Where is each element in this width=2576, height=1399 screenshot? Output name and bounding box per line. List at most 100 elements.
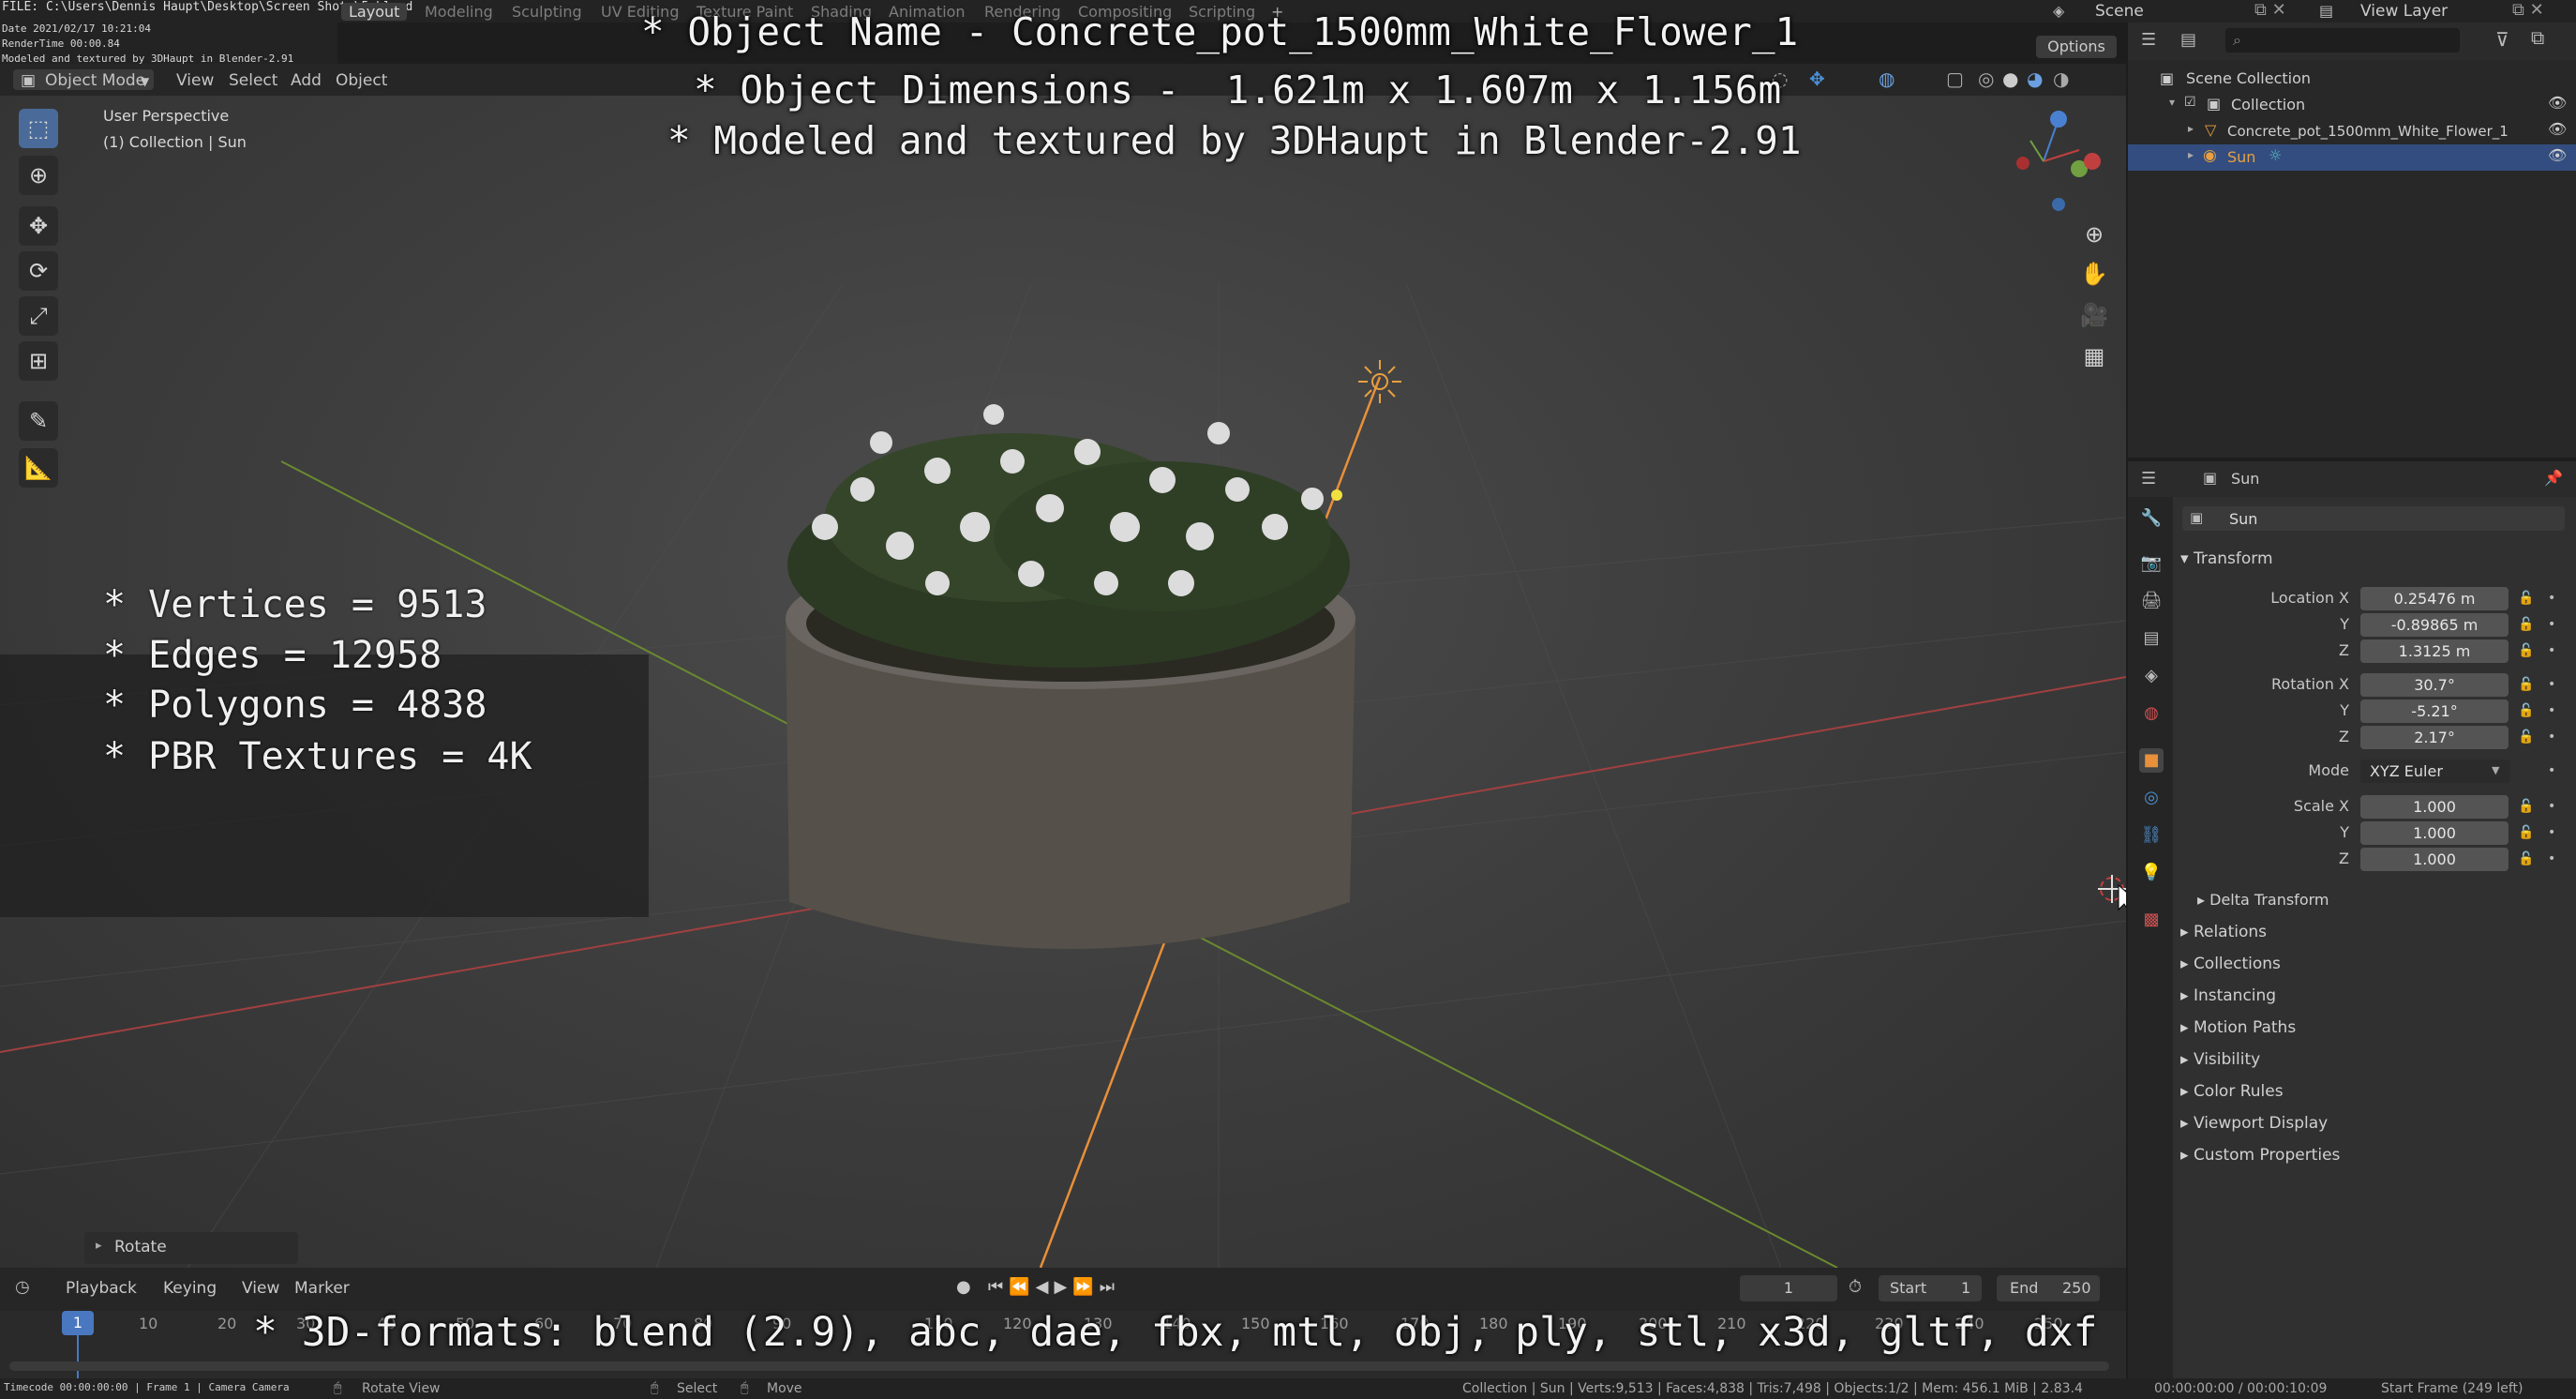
menu-marker[interactable]: Marker xyxy=(294,1279,350,1298)
visibility-section[interactable]: ▸ Visibility xyxy=(2180,1050,2260,1069)
keyframe-dot-icon[interactable]: • xyxy=(2548,825,2555,840)
overlays-toggle-icon[interactable]: ◍ xyxy=(1879,68,1895,90)
rotation-y-field[interactable]: -5.21° xyxy=(2360,700,2509,723)
color-rules-section[interactable]: ▸ Color Rules xyxy=(2180,1082,2284,1101)
keyframe-dot-icon[interactable]: • xyxy=(2548,677,2555,692)
keyframe-dot-icon[interactable]: • xyxy=(2548,763,2555,778)
viewport-display-section[interactable]: ▸ Viewport Display xyxy=(2180,1114,2328,1133)
scale-z-field[interactable]: 1.000 xyxy=(2360,848,2509,871)
scene-name[interactable]: Scene xyxy=(2095,2,2144,21)
tab-modeling[interactable]: Modeling xyxy=(425,3,493,21)
menu-view[interactable]: View xyxy=(176,71,214,90)
menu-view[interactable]: View xyxy=(242,1279,279,1298)
eye-icon[interactable]: 👁 xyxy=(2548,146,2567,164)
rotation-mode-dropdown[interactable]: XYZ Euler ▼ xyxy=(2360,760,2510,783)
eye-icon[interactable]: 👁 xyxy=(2548,120,2567,138)
location-y-field[interactable]: -0.89865 m xyxy=(2360,613,2509,637)
navigation-gizmo[interactable] xyxy=(2016,111,2101,211)
outliner-row-collection[interactable]: ▾ ☑ ▣ Collection 👁 xyxy=(2128,92,2576,118)
menu-select[interactable]: Select xyxy=(229,71,277,90)
select-box-tool[interactable]: ⬚ xyxy=(19,109,58,148)
outliner-search-input[interactable]: ⌕ xyxy=(2225,28,2460,53)
rotation-x-field[interactable]: 30.7° xyxy=(2360,673,2509,697)
relations-section[interactable]: ▸ Relations xyxy=(2180,923,2267,941)
location-z-field[interactable]: 1.3125 m xyxy=(2360,639,2509,663)
world-tab-icon[interactable]: ◍ xyxy=(2139,701,2164,726)
lock-icon[interactable]: 🔓 xyxy=(2518,677,2534,692)
rotate-tool[interactable]: ⟳ xyxy=(19,251,58,291)
move-tool[interactable]: ✥ xyxy=(19,206,58,246)
stopwatch-icon[interactable]: ⏱ xyxy=(1849,1277,1862,1297)
render-tab-icon[interactable]: 📷 xyxy=(2139,551,2164,576)
lock-icon[interactable]: 🔓 xyxy=(2518,825,2534,840)
annotate-tool[interactable]: ✎ xyxy=(19,401,58,441)
outliner-row-scene-collection[interactable]: ▣ Scene Collection xyxy=(2128,66,2576,92)
physics-tab-icon[interactable]: ◎ xyxy=(2139,786,2164,810)
object-name-field[interactable]: ▣ Sun xyxy=(2182,506,2565,531)
motion-paths-section[interactable]: ▸ Motion Paths xyxy=(2180,1018,2296,1037)
custom-properties-section[interactable]: ▸ Custom Properties xyxy=(2180,1146,2340,1165)
view-layer-name[interactable]: View Layer xyxy=(2360,2,2448,21)
cursor-tool[interactable]: ⊕ xyxy=(19,156,58,195)
solid-shading-icon[interactable]: ● xyxy=(2002,68,2018,90)
keyframe-dot-icon[interactable]: • xyxy=(2548,730,2555,745)
lock-icon[interactable]: 🔓 xyxy=(2518,703,2534,718)
close-view-layer-icon[interactable]: ⧉ ✕ xyxy=(2512,0,2544,20)
chevron-right-icon[interactable]: ▸ xyxy=(2188,122,2194,135)
keyframe-dot-icon[interactable]: • xyxy=(2548,617,2555,632)
keyframe-dot-icon[interactable]: • xyxy=(2548,591,2555,606)
playhead[interactable]: 1 xyxy=(62,1311,94,1335)
record-icon[interactable]: ● xyxy=(956,1277,971,1297)
playback-controls[interactable]: ⏮⏪◀▶⏩⏭ xyxy=(988,1277,1120,1297)
material-shading-icon[interactable]: ◕ xyxy=(2027,68,2043,90)
display-mode-icon[interactable]: ▤ xyxy=(2180,30,2196,50)
delta-transform-section[interactable]: ▸ Delta Transform xyxy=(2197,891,2329,909)
options-button[interactable]: Options xyxy=(2036,36,2117,58)
pin-icon[interactable]: 📌 xyxy=(2544,469,2563,487)
start-frame-field[interactable]: Start 1 xyxy=(1879,1275,1982,1301)
output-tab-icon[interactable]: 🖨 xyxy=(2139,589,2164,613)
lock-icon[interactable]: 🔓 xyxy=(2518,799,2534,814)
rendered-shading-icon[interactable]: ◑ xyxy=(2053,68,2069,90)
end-frame-field[interactable]: End 250 xyxy=(1997,1275,2100,1301)
tab-sculpting[interactable]: Sculpting xyxy=(512,3,582,21)
constraints-tab-icon[interactable]: ⛓ xyxy=(2139,823,2164,848)
chevron-right-icon[interactable]: ▸ xyxy=(2188,148,2194,161)
menu-add[interactable]: Add xyxy=(291,71,322,90)
chevron-down-icon[interactable]: ▾ xyxy=(2169,96,2175,109)
eye-icon[interactable]: 👁 xyxy=(2548,94,2567,112)
collections-section[interactable]: ▸ Collections xyxy=(2180,955,2281,973)
scale-x-field[interactable]: 1.000 xyxy=(2360,795,2509,819)
3d-viewport[interactable]: User Perspective (1) Collection | Sun ⬚ … xyxy=(0,96,2126,1268)
object-tab-icon[interactable]: ■ xyxy=(2139,748,2164,773)
tool-tab-icon[interactable]: 🔧 xyxy=(2139,506,2164,531)
editor-type-icon[interactable]: ☰ xyxy=(2141,469,2156,489)
view-layer-tab-icon[interactable]: ▤ xyxy=(2139,626,2164,651)
ortho-grid-icon[interactable]: ▦ xyxy=(2075,339,2113,373)
location-x-field[interactable]: 0.25476 m xyxy=(2360,587,2509,610)
menu-playback[interactable]: Playback xyxy=(66,1279,137,1298)
lock-icon[interactable]: 🔓 xyxy=(2518,617,2534,632)
transform-section[interactable]: ▾ Transform xyxy=(2180,549,2273,568)
new-collection-icon[interactable]: ⧉ xyxy=(2531,26,2544,49)
instancing-section[interactable]: ▸ Instancing xyxy=(2180,986,2276,1005)
close-scene-icon[interactable]: ⧉ ✕ xyxy=(2254,0,2286,20)
lock-icon[interactable]: 🔓 xyxy=(2518,591,2534,606)
gizmo-icon[interactable]: ✥ xyxy=(1809,68,1825,90)
filter-icon[interactable]: ⊽ xyxy=(2495,28,2509,51)
light-data-tab-icon[interactable]: 💡 xyxy=(2139,861,2164,885)
outliner-row-pot[interactable]: ▸ ▽ Concrete_pot_1500mm_White_Flower_1 👁 xyxy=(2128,118,2576,144)
outliner-row-sun[interactable]: ▸ ◉ Sun ☼ 👁 xyxy=(2128,144,2576,171)
operator-panel[interactable]: ▸ Rotate xyxy=(84,1232,298,1264)
keyframe-dot-icon[interactable]: • xyxy=(2548,851,2555,866)
scale-tool[interactable]: ⤢ xyxy=(19,296,58,336)
view-layer-icon[interactable]: ▤ xyxy=(2319,2,2333,20)
scene-tab-icon[interactable]: ◈ xyxy=(2139,664,2164,688)
scale-y-field[interactable]: 1.000 xyxy=(2360,821,2509,845)
wireframe-shading-icon[interactable]: ◎ xyxy=(1978,68,1994,90)
measure-tool[interactable]: 📐 xyxy=(19,448,58,488)
lock-icon[interactable]: 🔓 xyxy=(2518,643,2534,658)
timeline-scrollbar[interactable] xyxy=(9,1361,2109,1371)
keyframe-dot-icon[interactable]: • xyxy=(2548,799,2555,814)
lock-icon[interactable]: 🔓 xyxy=(2518,730,2534,745)
